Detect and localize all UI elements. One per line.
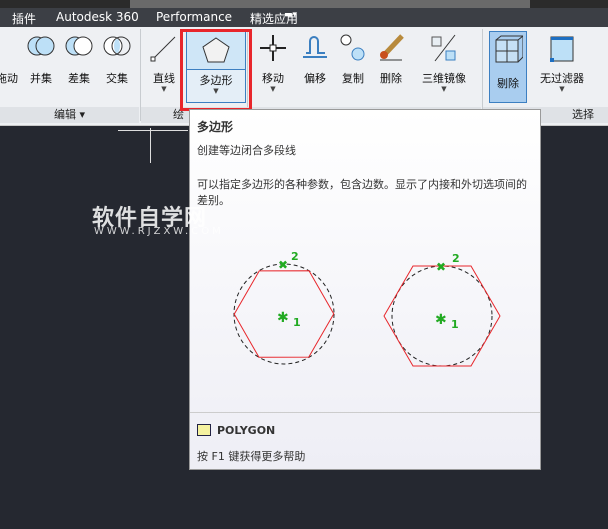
tooltip-subtitle: 创建等边闭合多段线 [197,144,296,157]
svg-text:✱: ✱ [277,310,289,326]
intersect-icon [103,36,131,56]
title-strip [0,0,608,8]
tab-plugins[interactable]: 插件 [12,10,36,27]
tab-autodesk360[interactable]: Autodesk 360 [56,10,139,24]
line-button[interactable]: 直线 ▼ [146,27,182,102]
cursor-crosshair-h [118,130,188,131]
tooltip-title: 多边形 [197,120,234,134]
help-hint: 按 F1 键获得更多帮助 [197,450,306,463]
command-icon [197,424,211,436]
svg-text:1: 1 [451,318,459,331]
copy-button[interactable]: 复制 [335,27,371,102]
move-icon [260,35,286,61]
svg-text:1: 1 [293,316,301,329]
no-filter-icon [550,36,574,62]
inscribed-diagram: ✱ 1 ✖2 [233,250,335,365]
intersect-button[interactable]: 交集 [100,27,134,102]
no-filter-dropdown[interactable]: 无过滤器 ▼ [532,27,592,102]
union-icon [27,36,55,56]
ribbon-tabs: 插件 Autodesk 360 Performance 精选应用 ▬▾ [0,8,608,27]
mirror3d-button[interactable]: 三维镜像 ▼ [416,27,472,102]
move-button[interactable]: 移动 ▼ [255,27,291,102]
svg-text:✱: ✱ [435,312,447,328]
watermark-url: WWW.RJZXW.COM [94,226,224,237]
copy-icon [340,34,365,61]
circumscribed-diagram: ✱ 1 ✖ 2 [383,252,501,367]
polygon-diagram: ✱ 1 ✖2 ✱ 1 ✖2 [233,250,501,367]
svg-text:✖: ✖ [436,260,446,274]
highlight-box [180,29,252,111]
culling-button[interactable]: 剔除 [489,31,527,103]
panel-modify[interactable]: 编辑 ▾ [0,107,139,123]
subtract-icon [65,36,93,56]
offset-button[interactable]: 偏移 [297,27,333,102]
culling-icon [495,35,523,63]
erase-button[interactable]: 删除 [373,27,409,102]
tab-performance[interactable]: Performance [156,10,232,24]
tab-overflow-icon[interactable]: ▬▾ [284,10,297,20]
divider [190,412,540,413]
command-name: POLYGON [217,424,276,437]
erase-icon [380,34,404,61]
drag-button[interactable]: 拖动 [0,27,22,102]
offset-icon [303,36,327,58]
union-button[interactable]: 并集 [24,27,58,102]
svg-text:2: 2 [291,250,299,263]
tooltip-description: 可以指定多边形的各种参数，包含边数。显示了内接和外切选项间的差别。 [197,178,527,207]
line-icon [150,36,176,62]
svg-text:✖: ✖ [278,258,288,272]
cursor-crosshair [150,128,151,163]
tooltip: 多边形 创建等边闭合多段线 可以指定多边形的各种参数，包含边数。显示了内接和外切… [189,109,541,470]
subtract-button[interactable]: 差集 [62,27,96,102]
svg-text:2: 2 [452,252,460,265]
mirror3d-icon [431,34,456,62]
